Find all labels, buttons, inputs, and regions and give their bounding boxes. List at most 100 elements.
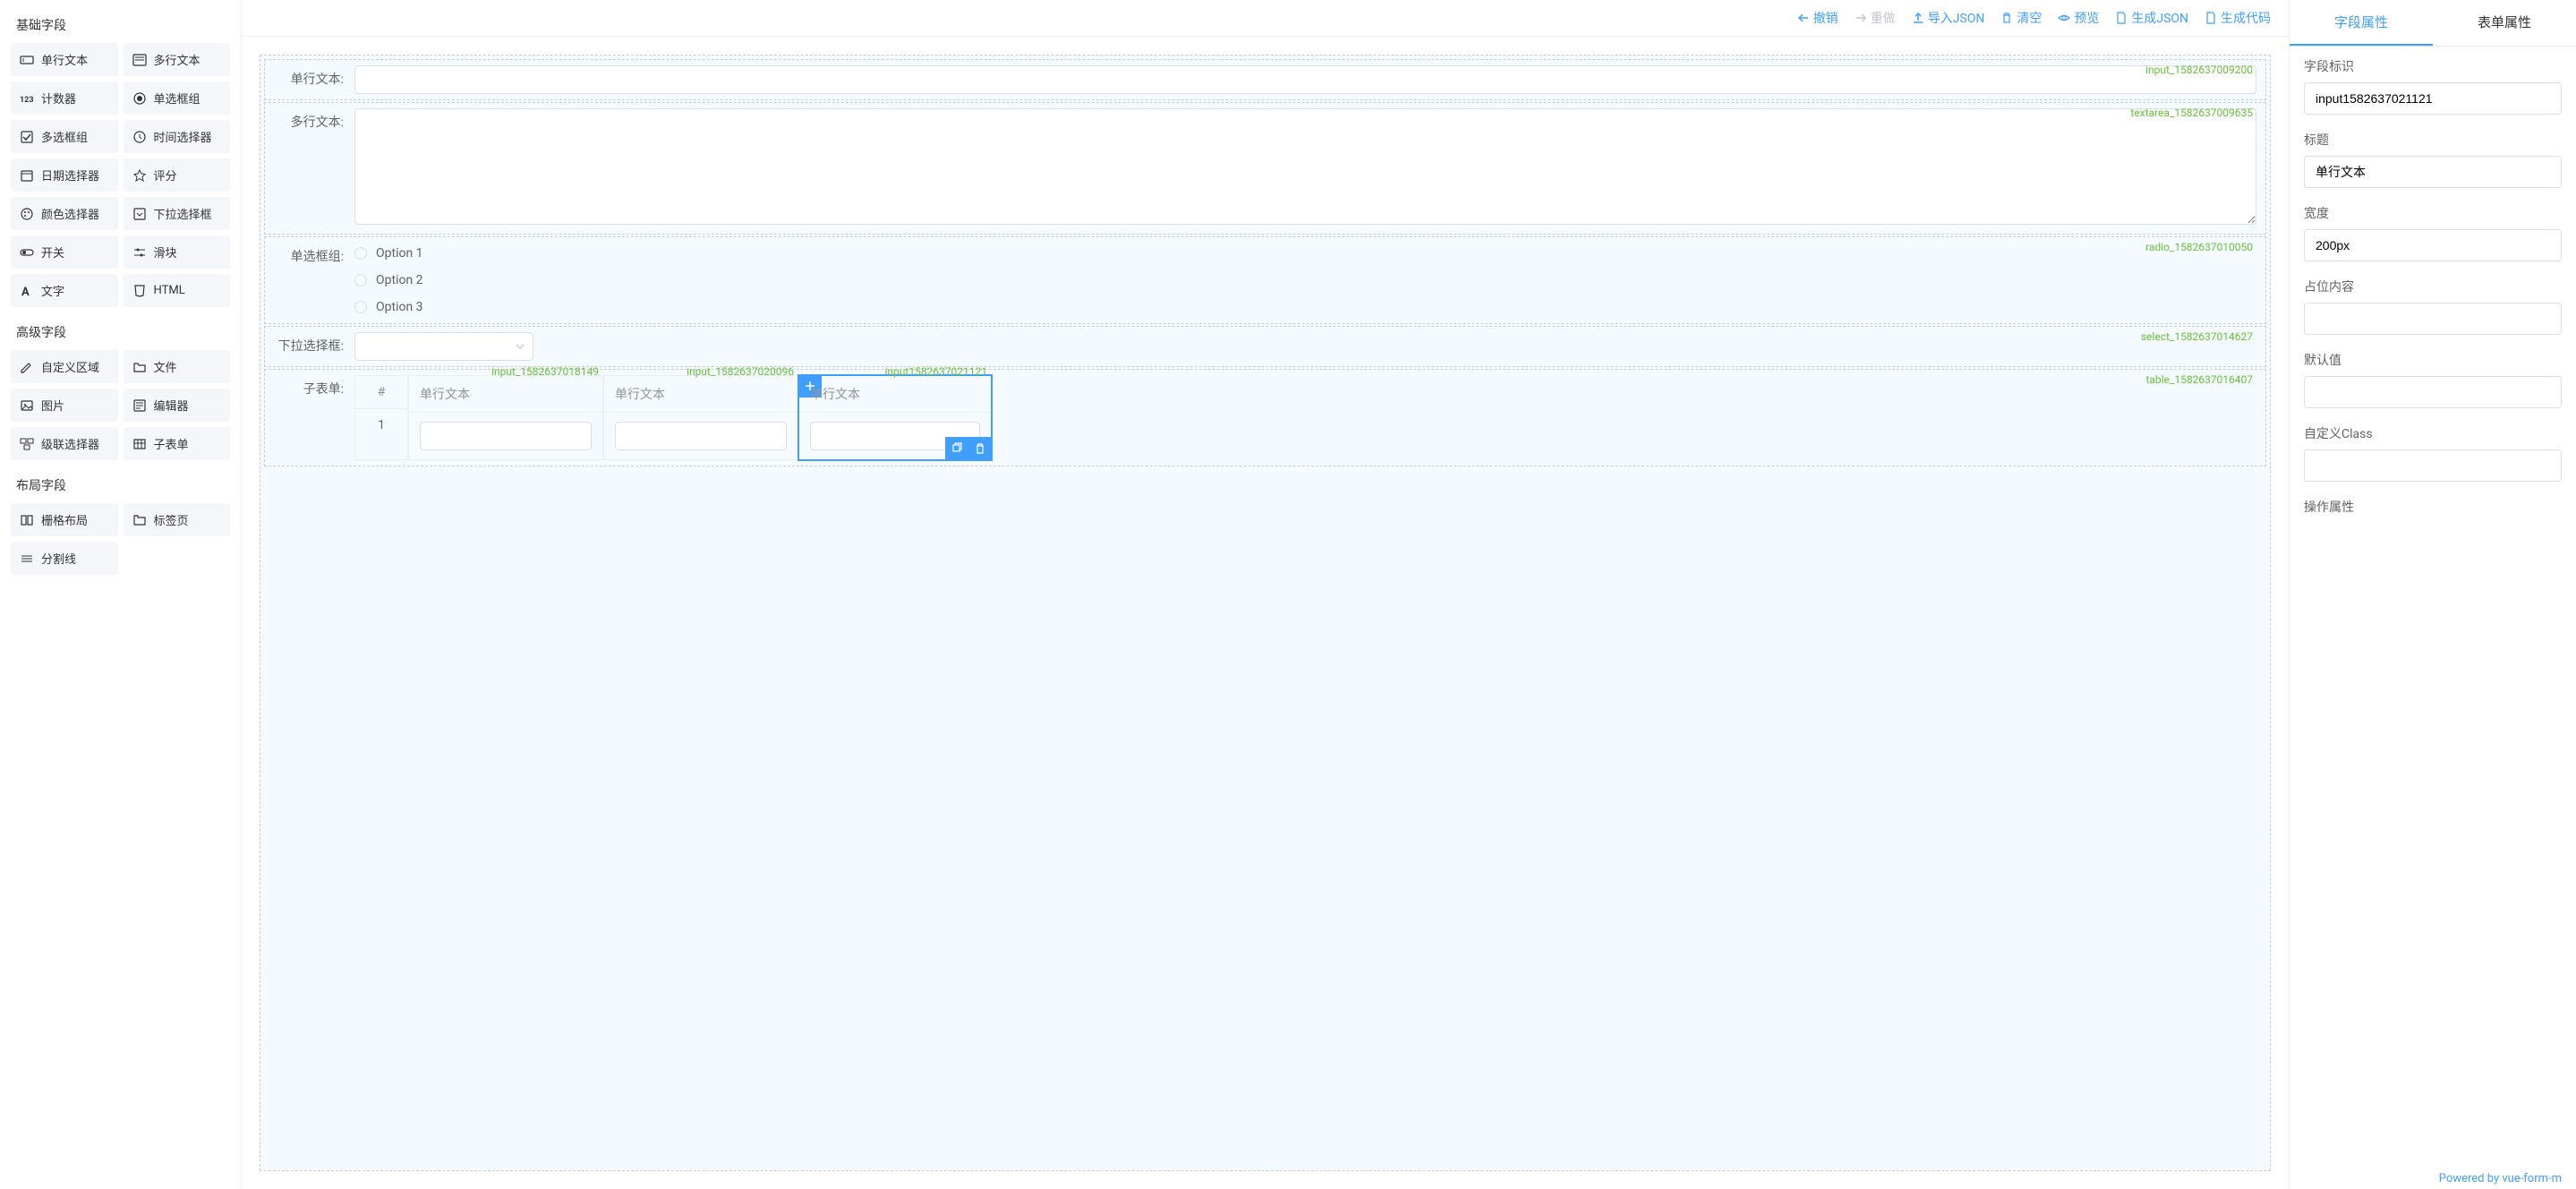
- subform-cell-input[interactable]: [615, 422, 787, 450]
- field-image[interactable]: 图片: [11, 389, 118, 422]
- radio-option[interactable]: Option 2: [354, 273, 2256, 287]
- radio-option[interactable]: Option 3: [354, 300, 2256, 314]
- field-custom[interactable]: 自定义区域: [11, 350, 118, 383]
- field-id-badge: textarea_1582637009635: [2130, 107, 2253, 119]
- field-label: 下拉选择框:: [274, 332, 354, 361]
- radio-circle-icon: [354, 247, 367, 260]
- html-icon: [132, 284, 147, 298]
- form-field-textarea[interactable]: 多行文本: textarea_1582637009635: [264, 102, 2266, 235]
- form-field-select[interactable]: 下拉选择框: select_1582637014627: [264, 326, 2266, 367]
- field-id-badge: input_1582637009200: [2145, 64, 2253, 76]
- delete-button[interactable]: [968, 437, 992, 460]
- field-cascader[interactable]: 级联选择器: [11, 427, 118, 460]
- field-select[interactable]: 下拉选择框: [124, 197, 231, 230]
- custom-icon: [20, 360, 34, 374]
- radio-circle-icon: [354, 301, 367, 313]
- file-icon: [132, 360, 147, 374]
- text-input[interactable]: [354, 65, 2256, 94]
- subform-row-number: 1: [355, 409, 407, 441]
- chevron-down-icon: [515, 341, 525, 352]
- subform-col-header: 单行文本: [799, 376, 991, 413]
- field-divider[interactable]: 分割线: [11, 542, 118, 575]
- field-date[interactable]: 日期选择器: [11, 158, 118, 192]
- textarea-icon: [132, 53, 147, 67]
- undo-button[interactable]: 撤销: [1797, 9, 1838, 27]
- field-label: 单选框组:: [274, 243, 354, 318]
- prop-input-fieldid[interactable]: [2304, 82, 2562, 115]
- field-single-text[interactable]: 单行文本: [11, 43, 118, 76]
- field-subform[interactable]: 子表单: [124, 427, 231, 460]
- field-rate[interactable]: 评分: [124, 158, 231, 192]
- prop-input-default[interactable]: [2304, 376, 2562, 408]
- field-grid[interactable]: 栅格布局: [11, 503, 118, 536]
- form-field-radio[interactable]: 单选框组: radio_1582637010050 Option 1 Optio…: [264, 236, 2266, 324]
- field-color[interactable]: 颜色选择器: [11, 197, 118, 230]
- select-input[interactable]: [354, 332, 533, 361]
- field-multi-text[interactable]: 多行文本: [124, 43, 231, 76]
- section-title-layout: 布局字段: [11, 467, 230, 503]
- field-id-badge: table_1582637016407: [2145, 373, 2253, 386]
- svg-text:123: 123: [20, 96, 34, 105]
- tabs-icon: [132, 513, 147, 527]
- preview-button[interactable]: 预览: [2058, 9, 2099, 27]
- redo-icon: [1855, 12, 1867, 24]
- field-text[interactable]: A文字: [11, 274, 118, 307]
- field-tabs[interactable]: 标签页: [124, 503, 231, 536]
- field-id-badge: radio_1582637010050: [2145, 241, 2253, 253]
- form-field-subform[interactable]: 子表单: table_1582637016407 # 1 input_15826…: [264, 369, 2266, 466]
- radio-icon: [132, 91, 147, 106]
- star-icon: [132, 168, 147, 183]
- prop-input-placeholder[interactable]: [2304, 303, 2562, 335]
- powered-by-link[interactable]: Powered by vue-form-m: [2439, 1172, 2562, 1185]
- text-input-icon: [20, 53, 34, 67]
- gen-json-button[interactable]: 生成JSON: [2115, 9, 2188, 27]
- editor-icon: [132, 398, 147, 413]
- radio-circle-icon: [354, 274, 367, 287]
- section-basic: 基础字段 单行文本 多行文本 123计数器 单选框组 多选框组 时间选择器 日期…: [11, 7, 230, 307]
- trash-icon: [2000, 12, 2013, 24]
- field-radio[interactable]: 单选框组: [124, 81, 231, 115]
- component-sidebar: 基础字段 单行文本 多行文本 123计数器 单选框组 多选框组 时间选择器 日期…: [0, 0, 242, 1189]
- tab-field-props[interactable]: 字段属性: [2290, 0, 2433, 46]
- select-icon: [132, 207, 147, 221]
- prop-label-class: 自定义Class: [2304, 424, 2562, 442]
- time-icon: [132, 130, 147, 144]
- form-field-input[interactable]: 单行文本: input_1582637009200: [264, 59, 2266, 100]
- prop-input-width[interactable]: [2304, 229, 2562, 261]
- field-id-badge: input1582637021121: [885, 365, 988, 378]
- field-time[interactable]: 时间选择器: [124, 120, 231, 153]
- textarea-input[interactable]: [354, 108, 2256, 225]
- tab-form-props[interactable]: 表单属性: [2433, 0, 2576, 46]
- subform-hash-header: #: [355, 376, 407, 409]
- eye-icon: [2058, 12, 2070, 24]
- subform-cell-input[interactable]: [420, 422, 592, 450]
- document-icon: [2115, 12, 2128, 24]
- svg-text:A: A: [21, 286, 30, 298]
- field-switch[interactable]: 开关: [11, 235, 118, 269]
- field-checkbox[interactable]: 多选框组: [11, 120, 118, 153]
- text-icon: A: [20, 284, 34, 298]
- gen-code-button[interactable]: 生成代码: [2205, 9, 2271, 27]
- counter-icon: 123: [20, 91, 34, 106]
- form-canvas[interactable]: 单行文本: input_1582637009200 多行文本: textarea…: [242, 37, 2289, 1189]
- redo-button[interactable]: 重做: [1855, 9, 1896, 27]
- checkbox-icon: [20, 130, 34, 144]
- radio-option[interactable]: Option 1: [354, 246, 2256, 261]
- field-slider[interactable]: 滑块: [124, 235, 231, 269]
- prop-input-class[interactable]: [2304, 449, 2562, 482]
- field-label: 单行文本:: [274, 65, 354, 94]
- import-json-button[interactable]: 导入JSON: [1912, 9, 1985, 27]
- field-editor[interactable]: 编辑器: [124, 389, 231, 422]
- prop-label-default: 默认值: [2304, 351, 2562, 369]
- prop-label-placeholder: 占位内容: [2304, 278, 2562, 295]
- cascader-icon: [20, 437, 34, 451]
- field-file[interactable]: 文件: [124, 350, 231, 383]
- clear-button[interactable]: 清空: [2000, 9, 2042, 27]
- field-html[interactable]: HTML: [124, 274, 231, 307]
- undo-icon: [1797, 12, 1810, 24]
- prop-label-title: 标题: [2304, 131, 2562, 149]
- color-icon: [20, 207, 34, 221]
- field-counter[interactable]: 123计数器: [11, 81, 118, 115]
- prop-input-title[interactable]: [2304, 156, 2562, 188]
- copy-button[interactable]: [945, 437, 968, 460]
